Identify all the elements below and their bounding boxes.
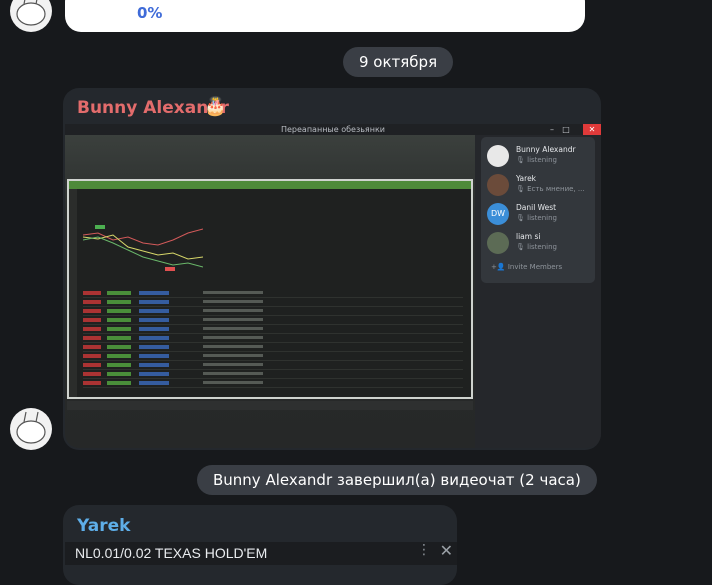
avatar: DW (487, 203, 509, 225)
member-status: 🎙 listening (516, 214, 557, 222)
avatar-bunny-top[interactable] (10, 0, 52, 32)
maximize-icon: □ (562, 125, 570, 134)
member-status: 🎙 listening (516, 156, 557, 164)
window-title: Переапанные обезьянки (280, 125, 385, 134)
app-topbar (69, 181, 471, 189)
avatar-bunny[interactable] (10, 408, 52, 450)
member-item: Yarek 🎙 Есть мнение, ... (487, 172, 593, 198)
member-item: DW Danil West 🎙 listening (487, 201, 593, 227)
price-chart-graphic (83, 225, 203, 271)
member-name: Bunny Alexandr (516, 145, 576, 154)
table-rows (83, 289, 463, 391)
progress-percent: 0% (137, 4, 163, 22)
embed-title: NL0.01/0.02 TEXAS HOLD'EM (75, 545, 268, 561)
avatar (487, 232, 509, 254)
member-status: 🎙 Есть мнение, ... (516, 185, 585, 193)
video-stream (65, 135, 475, 448)
member-status: 🎙 listening (516, 243, 557, 251)
members-panel: Bunny Alexandr 🎙 listening Yarek 🎙 Есть … (481, 137, 595, 283)
minimize-icon: – (550, 125, 554, 134)
service-message: Bunny Alexandr завершил(а) видеочат (2 ч… (197, 465, 597, 495)
member-item: Bunny Alexandr 🎙 listening (487, 143, 593, 169)
embedded-window[interactable]: NL0.01/0.02 TEXAS HOLD'EM ⋮ ✕ (65, 541, 457, 565)
member-name: liam si (516, 232, 541, 241)
previous-message-bubble: 0% (65, 0, 585, 32)
avatar (487, 174, 509, 196)
close-icon: ✕ (583, 124, 601, 135)
invite-members: +👤 Invite Members (491, 263, 563, 271)
avatar (487, 145, 509, 167)
date-separator: 9 октября (343, 47, 454, 77)
sender-name[interactable]: Yarek (77, 516, 130, 536)
screenshot-image[interactable]: Переапанные обезьянки – □ ✕ Bunny Alexan… (65, 124, 601, 448)
app-leftbar (69, 189, 77, 397)
close-icon[interactable]: ✕ (440, 541, 453, 560)
member-name: Danil West (516, 203, 557, 212)
cake-emoji-icon: 🎂 (204, 96, 227, 117)
shared-screen (67, 179, 473, 399)
member-item: liam si 🎙 listening (487, 230, 593, 256)
member-name: Yarek (516, 174, 537, 183)
more-options-icon[interactable]: ⋮ (417, 542, 431, 558)
os-taskbar (67, 401, 473, 410)
